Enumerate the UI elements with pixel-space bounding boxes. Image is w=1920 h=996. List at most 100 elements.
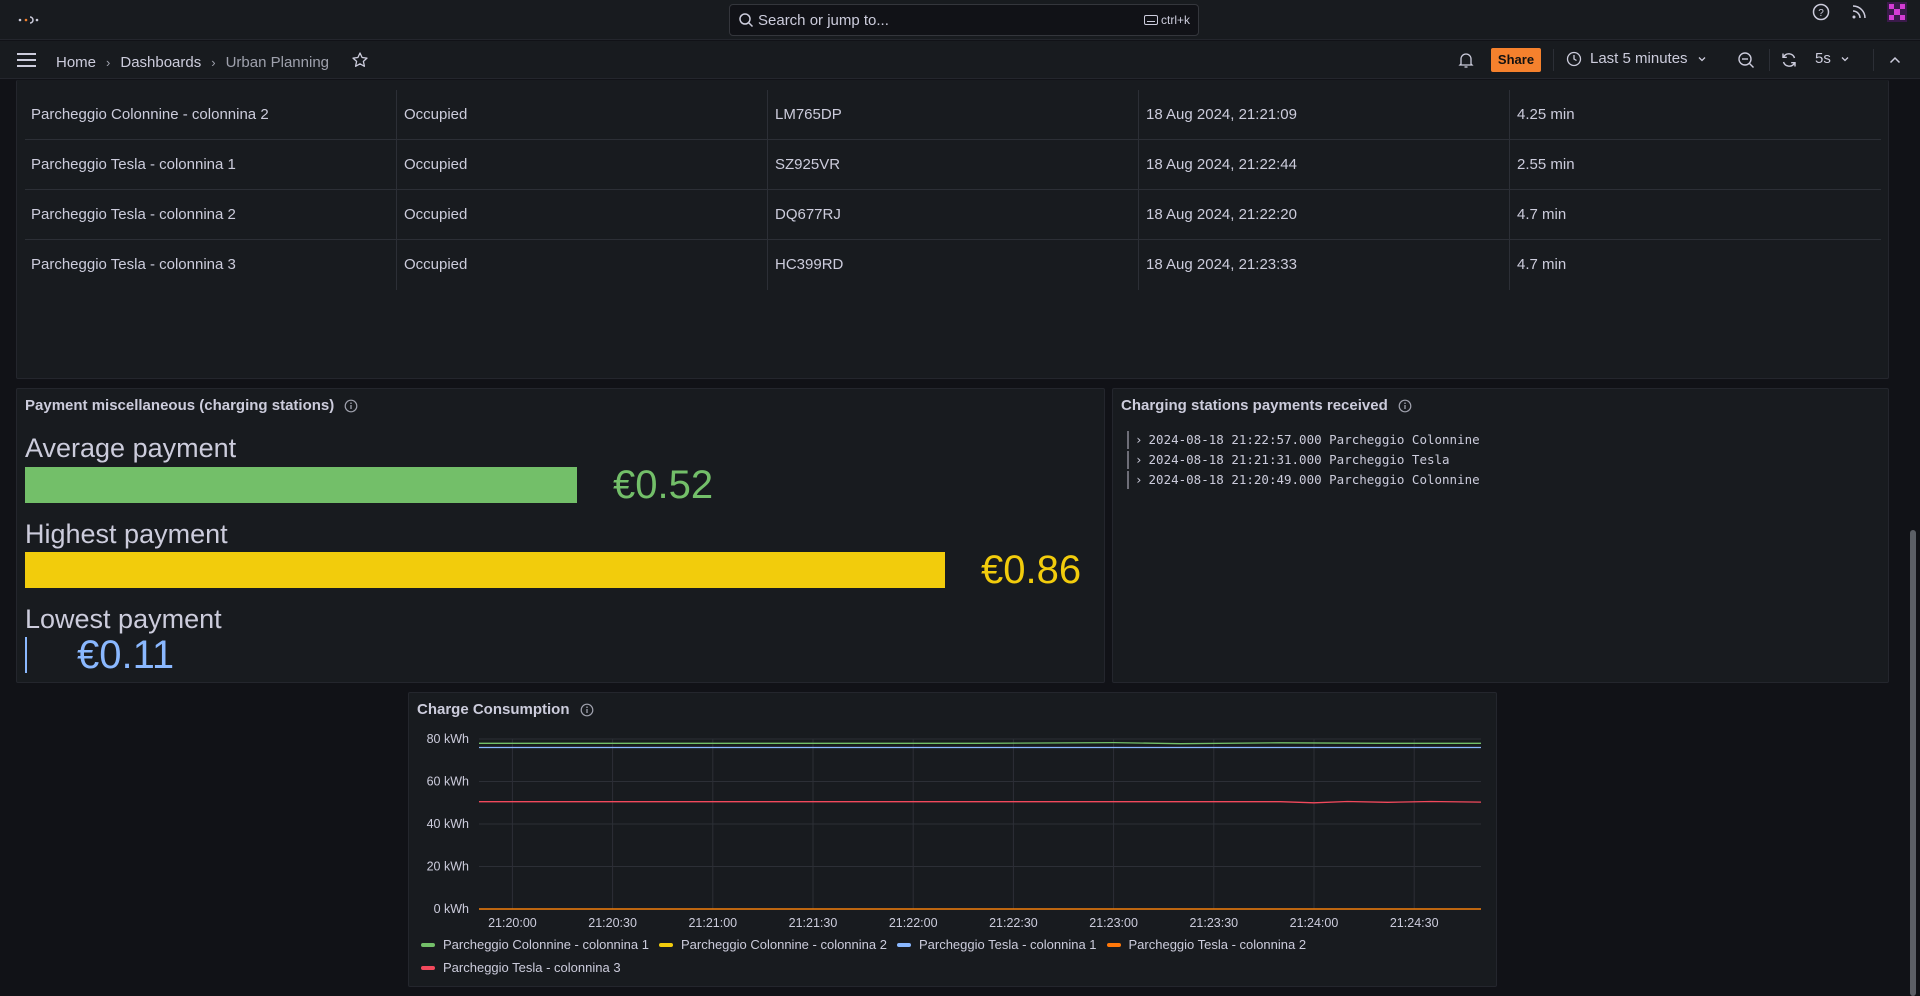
- legend-label: Parcheggio Tesla - colonnina 3: [443, 960, 621, 975]
- divider: [1553, 49, 1554, 71]
- info-icon[interactable]: [344, 399, 358, 413]
- cell-time: 18 Aug 2024, 21:23:33: [1138, 240, 1509, 290]
- page-scrollbar[interactable]: [1910, 530, 1916, 996]
- cell-duration: 4.7 min: [1509, 240, 1881, 290]
- grafana-logo-icon[interactable]: [14, 10, 44, 30]
- cell-duration: 4.7 min: [1509, 190, 1881, 240]
- table-row: Parcheggio Tesla - colonnina 1 Occupied …: [25, 140, 1881, 190]
- refresh-interval-label: 5s: [1815, 50, 1831, 67]
- panel-title: Payment miscellaneous (charging stations…: [25, 397, 335, 414]
- x-tick-label: 21:24:00: [1290, 916, 1339, 930]
- gauge-bar-average: [25, 467, 577, 503]
- legend-item[interactable]: Parcheggio Colonnine - colonnina 2: [658, 937, 887, 952]
- divider: [1769, 49, 1770, 71]
- cell-plate: LM765DP: [767, 90, 1138, 140]
- log-text: 2024-08-18 21:21:31.000 Parcheggio Tesla: [1148, 452, 1450, 467]
- table-row: Parcheggio Colonnine - colonnina 2 Occup…: [25, 90, 1881, 140]
- y-tick-label: 60 kWh: [427, 775, 469, 789]
- breadcrumb-bar: Home › Dashboards › Urban Planning Share…: [0, 41, 1920, 79]
- breadcrumb-dashboards[interactable]: Dashboards: [120, 54, 201, 71]
- series-line: [479, 741, 1481, 745]
- panel-title: Charging stations payments received: [1121, 397, 1388, 414]
- chevron-up-icon[interactable]: [1885, 50, 1905, 70]
- time-picker-button[interactable]: Last 5 minutes: [1566, 50, 1708, 67]
- cell-station: Parcheggio Colonnine - colonnina 2: [31, 106, 269, 123]
- chevron-right-icon: ›: [106, 54, 111, 70]
- keyboard-icon: [1143, 15, 1158, 25]
- chevron-right-icon: ›: [1135, 472, 1143, 487]
- log-line[interactable]: › 2024-08-18 21:20:49.000 Parcheggio Colo…: [1127, 471, 1480, 489]
- cell-station: Parcheggio Tesla - colonnina 1: [31, 156, 236, 173]
- x-tick-label: 21:20:00: [488, 916, 537, 930]
- cell-time: 18 Aug 2024, 21:22:20: [1138, 190, 1509, 240]
- cell-time: 18 Aug 2024, 21:21:09: [1138, 90, 1509, 140]
- help-icon[interactable]: ?: [1809, 0, 1833, 24]
- x-tick-label: 21:21:30: [789, 916, 838, 930]
- refresh-icon[interactable]: [1779, 50, 1799, 70]
- legend-swatch: [1106, 942, 1121, 947]
- gauge-bar-highest: [25, 552, 945, 588]
- star-icon[interactable]: [351, 51, 369, 73]
- search-placeholder: Search or jump to...: [758, 12, 889, 29]
- y-tick-label: 0 kWh: [434, 902, 469, 916]
- search-input[interactable]: Search or jump to... ctrl+k: [729, 4, 1199, 36]
- x-tick-label: 21:24:30: [1390, 916, 1439, 930]
- line-chart[interactable]: 0 kWh 20 kWh 40 kWh 60 kWh 80 kWh 21:20:00 21:…: [409, 729, 1496, 969]
- menu-icon[interactable]: [16, 50, 38, 70]
- cell-duration: 2.55 min: [1509, 140, 1881, 190]
- chart-legend-row2: Parcheggio Tesla - colonnina 3: [421, 960, 631, 975]
- table-row: Parcheggio Tesla - colonnina 2 Occupied …: [25, 190, 1881, 240]
- gauge-label-average: Average payment: [25, 433, 237, 463]
- info-icon[interactable]: [580, 703, 594, 717]
- search-icon: [738, 12, 754, 31]
- legend-swatch: [421, 942, 435, 947]
- rss-news-icon[interactable]: [1847, 0, 1871, 24]
- zoom-out-icon[interactable]: [1736, 50, 1756, 70]
- legend-item[interactable]: Parcheggio Tesla - colonnina 2: [1106, 937, 1307, 952]
- x-tick-label: 21:22:30: [989, 916, 1038, 930]
- share-button[interactable]: Share: [1491, 48, 1541, 72]
- parking-status-table-panel: Parcheggio Colonnine - colonnina 2 Occup…: [16, 80, 1889, 379]
- clock-icon: [1566, 51, 1582, 66]
- chevron-down-icon: [1841, 56, 1849, 61]
- info-icon[interactable]: [1398, 399, 1412, 413]
- user-avatar[interactable]: [1885, 0, 1909, 24]
- panel-title: Charge Consumption: [417, 701, 570, 718]
- gauge-label-lowest: Lowest payment: [25, 604, 222, 634]
- charge-consumption-panel: Charge Consumption 0 kWh 20 kWh 40 kWh 60 k…: [408, 692, 1497, 987]
- log-line[interactable]: › 2024-08-18 21:22:57.000 Parcheggio Colo…: [1127, 431, 1480, 449]
- legend-label: Parcheggio Tesla - colonnina 2: [1128, 937, 1307, 952]
- panel-header[interactable]: Charging stations payments received: [1121, 397, 1412, 414]
- cell-plate: DQ677RJ: [767, 190, 1138, 240]
- legend-item[interactable]: Parcheggio Colonnine - colonnina 1: [421, 937, 649, 952]
- chevron-down-icon: [1698, 56, 1706, 61]
- table-row: Parcheggio Tesla - colonnina 3 Occupied …: [25, 240, 1881, 290]
- time-range-label: Last 5 minutes: [1590, 50, 1688, 67]
- cell-time: 18 Aug 2024, 21:22:44: [1138, 140, 1509, 190]
- y-tick-label: 20 kWh: [427, 860, 469, 874]
- bell-icon[interactable]: [1456, 50, 1476, 70]
- cell-station: Parcheggio Tesla - colonnina 3: [31, 256, 236, 273]
- search-shortcut: ctrl+k: [1143, 13, 1190, 27]
- log-text: 2024-08-18 21:20:49.000 Parcheggio Colon…: [1148, 472, 1480, 487]
- legend-label: Parcheggio Colonnine - colonnina 1: [443, 937, 649, 952]
- cell-station: Parcheggio Tesla - colonnina 2: [31, 206, 236, 223]
- x-tick-label: 21:23:00: [1089, 916, 1138, 930]
- log-line[interactable]: › 2024-08-18 21:21:31.000 Parcheggio Tesl…: [1127, 451, 1450, 469]
- panel-header[interactable]: Charge Consumption: [417, 701, 594, 718]
- chevron-right-icon: ›: [211, 54, 216, 70]
- gauge-bar-lowest: [25, 637, 27, 673]
- x-tick-label: 21:20:30: [588, 916, 637, 930]
- legend-swatch: [421, 965, 435, 970]
- cell-status: Occupied: [396, 140, 767, 190]
- breadcrumb-home[interactable]: Home: [56, 54, 96, 71]
- gauge-value-average: €0.52: [613, 463, 714, 507]
- legend-item[interactable]: Parcheggio Tesla - colonnina 1: [896, 937, 1097, 952]
- refresh-interval-picker[interactable]: 5s: [1815, 50, 1851, 67]
- payments-received-panel: Charging stations payments received › 202…: [1112, 388, 1889, 683]
- x-tick-label: 21:22:00: [889, 916, 938, 930]
- top-search-bar: Search or jump to... ctrl+k ?: [0, 0, 1920, 40]
- panel-header[interactable]: Payment miscellaneous (charging stations…: [25, 397, 358, 414]
- legend-item[interactable]: Parcheggio Tesla - colonnina 3: [421, 960, 621, 975]
- legend-swatch: [658, 942, 673, 947]
